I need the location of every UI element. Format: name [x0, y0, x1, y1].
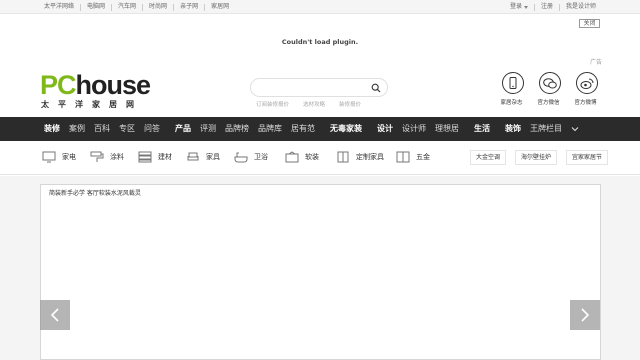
caret-down-icon — [523, 5, 528, 9]
hardware-icon — [396, 151, 410, 163]
nav-item-brand-rank[interactable]: 品牌榜 — [225, 117, 249, 141]
category-furniture[interactable]: 家具 — [186, 151, 220, 163]
soft-decor-icon — [285, 151, 299, 163]
top-bar: 太平洋网络 电脑网 汽车网 时尚网 亲子网 家居网 登录 注册 我是设计师 — [0, 0, 640, 14]
nav-item-designers[interactable]: 设计师 — [402, 117, 426, 141]
chevron-right-icon — [581, 308, 590, 322]
nav-item-nontoxic[interactable]: 无毒家装 — [330, 117, 362, 141]
divider — [173, 3, 175, 11]
wechat-icon — [539, 72, 561, 94]
login-link[interactable]: 登录 — [510, 2, 522, 12]
nav-item-encyclopedia[interactable]: 百科 — [94, 117, 110, 141]
app-label: 官方微博 — [574, 100, 597, 106]
nav-item-ideal-home[interactable]: 理想居 — [435, 117, 459, 141]
building-material-icon — [138, 151, 152, 163]
nav-item-decor[interactable]: 装饰 — [505, 117, 521, 141]
site-link[interactable]: 汽车网 — [118, 2, 136, 12]
site-links: 太平洋网络 电脑网 汽车网 时尚网 亲子网 家居网 — [44, 2, 229, 12]
carousel-prev-button[interactable] — [40, 300, 70, 330]
category-appliances[interactable]: 家电 — [42, 151, 76, 163]
plugin-error-message: Couldn't load plugin. — [281, 38, 359, 46]
main-nav: 装修 案例 百科 专区 问答 产品 评测 品牌榜 品牌库 居有范 无毒家装 设计… — [0, 117, 640, 141]
divider — [558, 3, 560, 11]
nav-item-qa[interactable]: 问答 — [144, 117, 160, 141]
site-link[interactable]: 太平洋网络 — [44, 2, 74, 12]
site-link[interactable]: 亲子网 — [180, 2, 198, 12]
category-bar: 家电 涂料 建材 家具 卫浴 软装 定制家具 五金 大金空调 海尔壁挂炉 宜家家… — [0, 141, 640, 175]
close-ad-button[interactable]: 关闭 — [579, 19, 600, 28]
hot-search-links: 订阅装修报价 选材攻略 装修报价 — [256, 100, 361, 108]
nav-item-featured[interactable]: 王牌栏目 — [530, 117, 562, 141]
site-link[interactable]: 家居网 — [211, 2, 229, 12]
promo-button-ikea[interactable]: 宜家家居节 — [566, 150, 609, 165]
category-custom-furniture[interactable]: 定制家具 — [336, 151, 384, 163]
logo-wordmark: PChouse — [40, 70, 151, 100]
category-hardware[interactable]: 五金 — [396, 151, 430, 163]
category-building-materials[interactable]: 建材 — [138, 151, 172, 163]
divider — [111, 3, 113, 11]
tv-icon — [42, 151, 56, 163]
chevron-down-icon[interactable] — [571, 125, 579, 133]
paint-roller-icon — [90, 151, 104, 162]
search-input[interactable] — [259, 82, 369, 94]
promo-button-daikin[interactable]: 大金空调 — [470, 150, 507, 165]
search-icon[interactable] — [371, 83, 381, 93]
sofa-icon — [187, 152, 199, 161]
promo-button-haier[interactable]: 海尔壁挂炉 — [515, 150, 558, 165]
image-carousel[interactable]: 简装新手必学 客厅软装水泥风裁灵 — [40, 184, 601, 360]
hot-link[interactable]: 装修报价 — [339, 100, 361, 108]
logo-chinese-name: 太平洋家居网 — [41, 100, 143, 109]
divider — [204, 3, 206, 11]
register-link[interactable]: 注册 — [541, 2, 553, 12]
ad-tag: 广告 — [590, 59, 603, 66]
divider — [142, 3, 144, 11]
weibo-link[interactable]: 官方微博 — [574, 72, 600, 106]
app-label: 官方微信 — [537, 100, 560, 106]
phone-icon — [502, 72, 524, 94]
category-paint[interactable]: 涂料 — [90, 151, 124, 163]
hot-link[interactable]: 选材攻略 — [303, 100, 325, 108]
magazine-link[interactable]: 家居杂志 — [500, 72, 526, 106]
app-label: 家居杂志 — [500, 100, 523, 106]
wechat-link[interactable]: 官方微信 — [537, 72, 563, 106]
nav-item-juyoufan[interactable]: 居有范 — [291, 117, 315, 141]
site-link[interactable]: 电脑网 — [87, 2, 105, 12]
nav-item-reviews[interactable]: 评测 — [200, 117, 216, 141]
user-links: 登录 注册 我是设计师 — [510, 2, 596, 12]
category-bathroom[interactable]: 卫浴 — [234, 151, 268, 163]
nav-item-brand-library[interactable]: 品牌库 — [258, 117, 282, 141]
site-logo[interactable]: PChouse 太平洋家居网 — [40, 70, 151, 112]
nav-item-decoration[interactable]: 装修 — [44, 117, 60, 141]
nav-item-products[interactable]: 产品 — [175, 117, 191, 141]
site-link[interactable]: 时尚网 — [149, 2, 167, 12]
category-soft-decor[interactable]: 软装 — [285, 151, 319, 163]
weibo-icon — [576, 72, 598, 94]
social-links: 家居杂志 官方微信 官方微博 — [500, 72, 600, 106]
bathtub-icon — [234, 152, 248, 163]
nav-item-cases[interactable]: 案例 — [69, 117, 85, 141]
hot-link[interactable]: 订阅装修报价 — [256, 100, 289, 108]
nav-item-life[interactable]: 生活 — [474, 117, 490, 141]
divider — [533, 3, 535, 11]
nav-item-design[interactable]: 设计 — [377, 117, 393, 141]
cabinet-icon — [337, 151, 349, 163]
carousel-caption[interactable]: 简装新手必学 客厅软装水泥风裁灵 — [49, 188, 141, 197]
search-box — [250, 78, 388, 97]
nav-item-zone[interactable]: 专区 — [119, 117, 135, 141]
chevron-left-icon — [50, 308, 59, 322]
designer-link[interactable]: 我是设计师 — [566, 2, 596, 12]
carousel-next-button[interactable] — [570, 300, 600, 330]
divider — [80, 3, 82, 11]
